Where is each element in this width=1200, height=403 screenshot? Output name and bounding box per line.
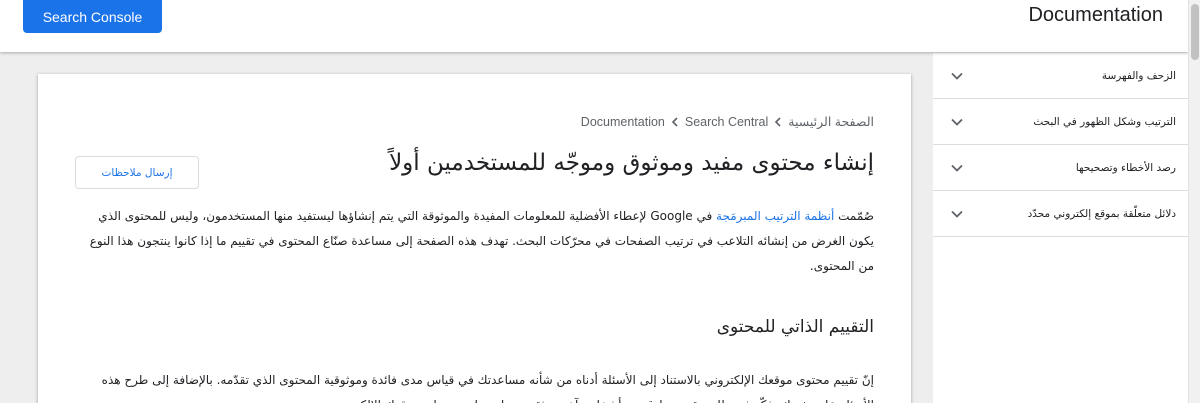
article-card: الصفحة الرئيسية Search Central Documenta… <box>38 74 911 403</box>
sidebar-item-site-specific-guides[interactable]: دلائل متعلّقة بموقع إلكتروني محدّد <box>933 191 1188 237</box>
search-console-button[interactable]: Search Console <box>23 0 162 33</box>
send-feedback-button[interactable]: إرسال ملاحظات <box>75 156 199 189</box>
chevron-down-icon[interactable] <box>951 118 963 126</box>
breadcrumb-search-central[interactable]: Search Central <box>685 115 768 129</box>
top-app-bar: Search Console Documentation <box>0 0 1188 52</box>
sidebar-item-ranking-appearance[interactable]: الترتيب وشكل الظهور في البحث <box>933 99 1188 145</box>
section-heading-self-assessment: التقييم الذاتي للمحتوى <box>716 317 874 337</box>
breadcrumb: الصفحة الرئيسية Search Central Documenta… <box>581 114 874 130</box>
window-scrollbar[interactable] <box>1188 0 1200 403</box>
sidebar-item-label: الترتيب وشكل الظهور في البحث <box>1033 115 1176 128</box>
ranking-systems-link[interactable]: أنظمة الترتيب المبرمَجة <box>716 209 834 223</box>
chevron-down-icon[interactable] <box>951 72 963 80</box>
intro-paragraph: صُمّمت أنظمة الترتيب المبرمَجة في Google… <box>74 204 874 279</box>
chevron-down-icon[interactable] <box>951 164 963 172</box>
chevron-left-icon <box>671 116 679 127</box>
site-title[interactable]: Documentation <box>1028 4 1163 27</box>
sidebar-item-label: دلائل متعلّقة بموقع إلكتروني محدّد <box>1027 207 1176 220</box>
chevron-down-icon[interactable] <box>951 210 963 218</box>
section-paragraph: إنّ تقييم محتوى موقعك الإلكتروني بالاستن… <box>101 373 874 403</box>
side-navigation: الزحف والفهرسة الترتيب وشكل الظهور في ال… <box>933 53 1188 403</box>
breadcrumb-home[interactable]: الصفحة الرئيسية <box>788 114 874 129</box>
sidebar-item-crawling-indexing[interactable]: الزحف والفهرسة <box>933 53 1188 99</box>
scrollbar-thumb[interactable] <box>1191 4 1199 60</box>
page-title: إنشاء محتوى مفيد وموثوق وموجّه للمستخدمي… <box>389 150 874 176</box>
sidebar-item-label: الزحف والفهرسة <box>1101 69 1176 82</box>
intro-text-start: صُمّمت <box>834 209 874 223</box>
sidebar-item-monitoring-debugging[interactable]: رصد الأخطاء وتصحيحها <box>933 145 1188 191</box>
breadcrumb-documentation[interactable]: Documentation <box>581 115 665 129</box>
sidebar-item-label: رصد الأخطاء وتصحيحها <box>1075 161 1176 174</box>
chevron-left-icon <box>774 116 782 127</box>
